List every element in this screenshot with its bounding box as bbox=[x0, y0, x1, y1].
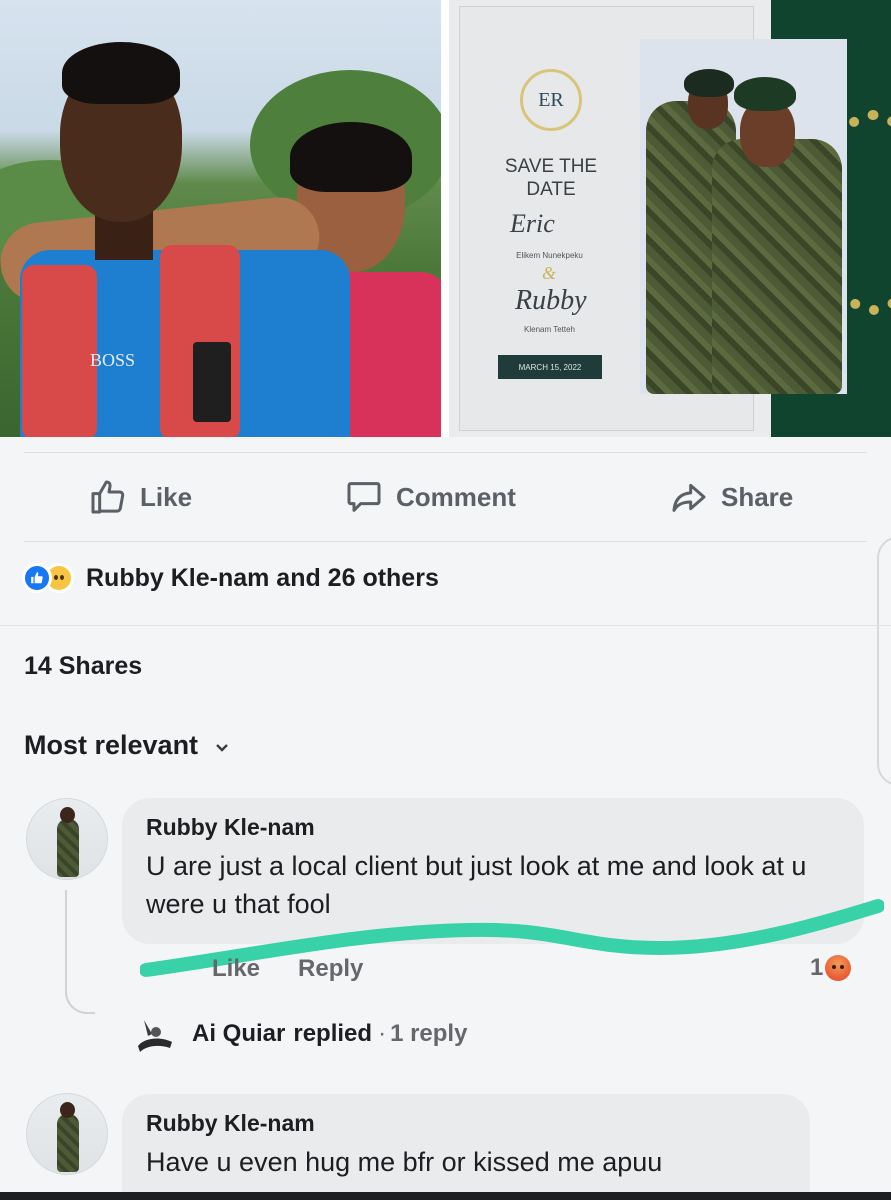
reply-separator: · bbox=[378, 1020, 387, 1047]
screen-bottom-edge bbox=[0, 1192, 891, 1200]
scroll-edge-indicator bbox=[877, 536, 891, 786]
share-button[interactable]: Share bbox=[669, 477, 793, 517]
comment-actions: Like Reply bbox=[212, 955, 363, 983]
walkie-talkie bbox=[193, 342, 231, 422]
invite-bride-name: Klenam Tetteh bbox=[524, 325, 575, 334]
sort-label: Most relevant bbox=[24, 730, 199, 760]
thumbs-up-icon bbox=[88, 477, 128, 517]
invite-groom-name: Elikem Nunekpeku bbox=[516, 251, 583, 260]
post-action-bar: Like Comment Share bbox=[24, 452, 867, 542]
comment-author[interactable]: Rubby Kle-nam bbox=[146, 814, 840, 841]
post-photo-invitation[interactable]: ER SAVE THE DATE Eric Elikem Nunekpeku &… bbox=[449, 0, 891, 437]
comment-label: Comment bbox=[396, 481, 516, 512]
reply-author: Ai Quiar bbox=[192, 1020, 286, 1047]
comment-reaction-number: 1 bbox=[810, 954, 824, 981]
invite-monogram: ER bbox=[520, 69, 582, 131]
invite-date: MARCH 15, 2022 bbox=[498, 355, 602, 379]
comment-reply-button[interactable]: Reply bbox=[298, 955, 363, 983]
share-label: Share bbox=[721, 481, 794, 512]
avatar[interactable] bbox=[26, 798, 108, 880]
reactions-summary-text: Rubby Kle-nam and 26 others bbox=[86, 563, 439, 592]
reply-verb: replied bbox=[293, 1020, 373, 1047]
divider bbox=[0, 625, 891, 626]
comment-sort-dropdown[interactable]: Most relevant bbox=[24, 730, 230, 761]
reactions-summary[interactable]: Rubby Kle-nam and 26 others bbox=[22, 563, 439, 593]
shares-count[interactable]: 14 Shares bbox=[24, 652, 142, 681]
comment-bubble-icon bbox=[344, 477, 384, 517]
comment-reaction-count[interactable]: 1 bbox=[810, 954, 852, 982]
soldier-figure bbox=[712, 139, 842, 394]
reply-count: 1 reply bbox=[390, 1020, 468, 1047]
invite-bride-script: Rubby bbox=[515, 285, 587, 316]
comment-text: U are just a local client but just look … bbox=[146, 851, 807, 919]
beret-icon bbox=[684, 69, 734, 97]
reply-avatar-icon bbox=[130, 1010, 178, 1058]
avatar[interactable] bbox=[26, 1093, 108, 1175]
comment-bubble: Rubby Kle-nam Have u even hug me bfr or … bbox=[122, 1094, 810, 1200]
shirt-logo-text: BOSS bbox=[90, 350, 136, 370]
reply-thread-line bbox=[65, 890, 95, 1014]
photo-gap bbox=[441, 0, 449, 437]
comment-author[interactable]: Rubby Kle-nam bbox=[146, 1110, 786, 1137]
invite-card: ER SAVE THE DATE Eric Elikem Nunekpeku &… bbox=[459, 6, 847, 431]
angry-reaction-icon bbox=[825, 955, 852, 981]
post-photo-grid: BOSS ER SAVE THE DATE Eric Elikem Nunekp… bbox=[0, 0, 891, 437]
share-arrow-icon bbox=[669, 477, 709, 517]
chevron-down-icon bbox=[214, 730, 230, 761]
invite-ampersand: & bbox=[542, 263, 557, 283]
like-button[interactable]: Like bbox=[88, 477, 192, 517]
post-photo-couple[interactable]: BOSS bbox=[0, 0, 441, 437]
like-reaction-icon bbox=[22, 563, 52, 593]
comment-bubble: Rubby Kle-nam U are just a local client … bbox=[122, 798, 864, 944]
comment-like-button[interactable]: Like bbox=[212, 955, 260, 983]
invite-save-the-date: SAVE THE DATE bbox=[504, 156, 598, 200]
invite-groom-script: Eric bbox=[510, 209, 555, 238]
comment-button[interactable]: Comment bbox=[344, 477, 516, 517]
replies-summary[interactable]: Ai Quiar replied · 1 reply bbox=[130, 1010, 467, 1058]
comment-text: Have u even hug me bfr or kissed me apuu bbox=[146, 1147, 663, 1177]
like-label: Like bbox=[140, 481, 193, 512]
invite-couple-photo bbox=[640, 39, 847, 394]
beret-icon bbox=[734, 77, 796, 111]
